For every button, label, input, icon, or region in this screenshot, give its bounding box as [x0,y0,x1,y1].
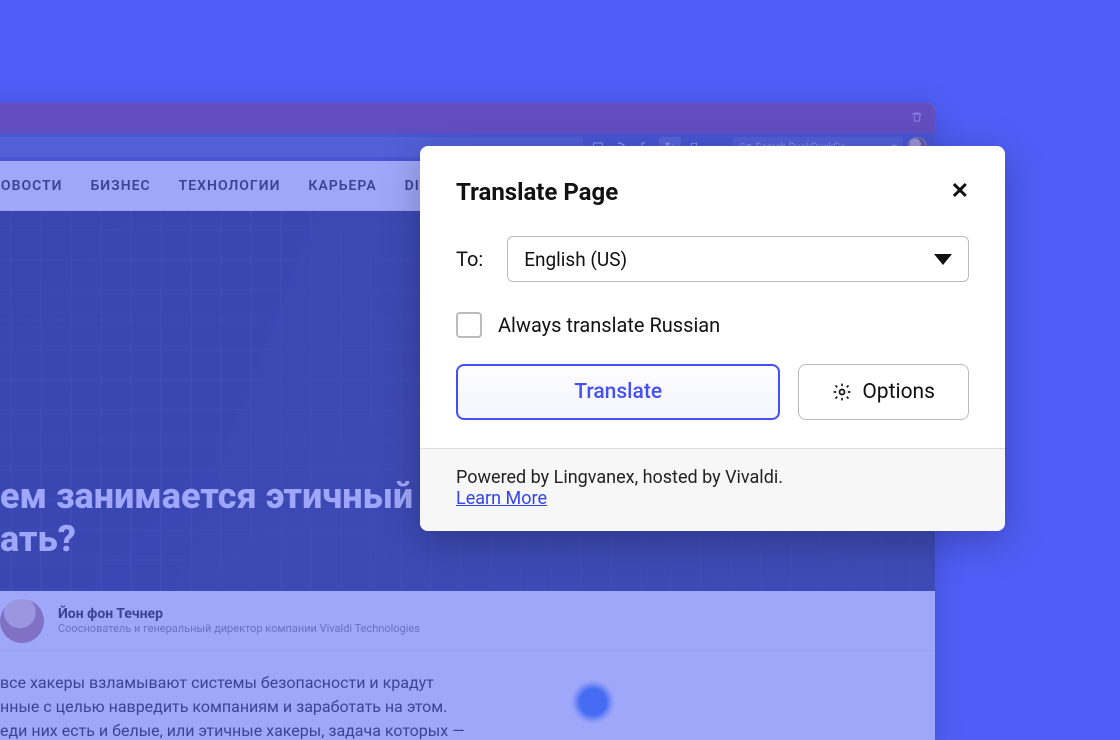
footer-text: Powered by Lingvanex, hosted by Vivaldi. [456,467,783,488]
aside-graphic [570,679,616,725]
author-bar: Йон фон Течнер Сооснователь и генеральны… [0,591,935,651]
language-select[interactable]: English (US) [507,236,969,282]
button-row: Translate Options [456,364,969,420]
nav-item-career[interactable]: КАРЬЕРА [308,178,376,194]
popup-header: Translate Page ✕ [456,178,969,206]
to-label: To: [456,247,483,271]
hero-title-line1: ем занимается этичный [0,475,413,518]
always-translate-checkbox[interactable] [456,312,482,338]
popup-arrow [704,146,728,148]
always-translate-row: Always translate Russian [456,312,969,338]
article-line: все хакеры взламывают системы безопаснос… [0,671,540,695]
trash-icon[interactable] [909,109,925,125]
author-avatar[interactable] [0,599,44,643]
chevron-down-icon [934,254,952,265]
popup-title: Translate Page [456,178,618,206]
nav-item-tech[interactable]: ТЕХНОЛОГИИ [179,178,281,194]
selected-language: English (US) [524,248,627,271]
nav-item-news[interactable]: НОВОСТИ [0,178,63,194]
popup-body: Translate Page ✕ To: English (US) Always… [420,146,1005,448]
nav-item-business[interactable]: БИЗНЕС [91,178,151,194]
popup-footer: Powered by Lingvanex, hosted by Vivaldi.… [420,448,1005,531]
hero-title: ем занимается этичный ать? [0,475,433,561]
translate-button-label: Translate [574,380,662,404]
article-body: все хакеры взламывают системы безопаснос… [0,651,560,740]
learn-more-link[interactable]: Learn More [456,488,547,509]
language-row: To: English (US) [456,236,969,282]
author-name: Йон фон Течнер [58,606,420,622]
hero-title-line2: ать? [0,518,413,561]
gear-icon [832,382,852,402]
translate-popup: Translate Page ✕ To: English (US) Always… [420,146,1005,531]
author-meta: Йон фон Течнер Сооснователь и генеральны… [58,606,420,635]
tab-strip: м зан + [0,103,935,133]
article-line: нные с целью навредить компаниям и зараб… [0,695,540,719]
article-line: еди них есть и белые, или этичные хакеры… [0,719,540,740]
author-role: Сооснователь и генеральный директор комп… [58,622,420,635]
close-icon: ✕ [951,179,969,204]
translate-button[interactable]: Translate [456,364,780,420]
options-button[interactable]: Options [798,364,969,420]
options-button-label: Options [862,380,935,404]
close-button[interactable]: ✕ [951,181,969,203]
always-translate-label: Always translate Russian [498,313,720,337]
